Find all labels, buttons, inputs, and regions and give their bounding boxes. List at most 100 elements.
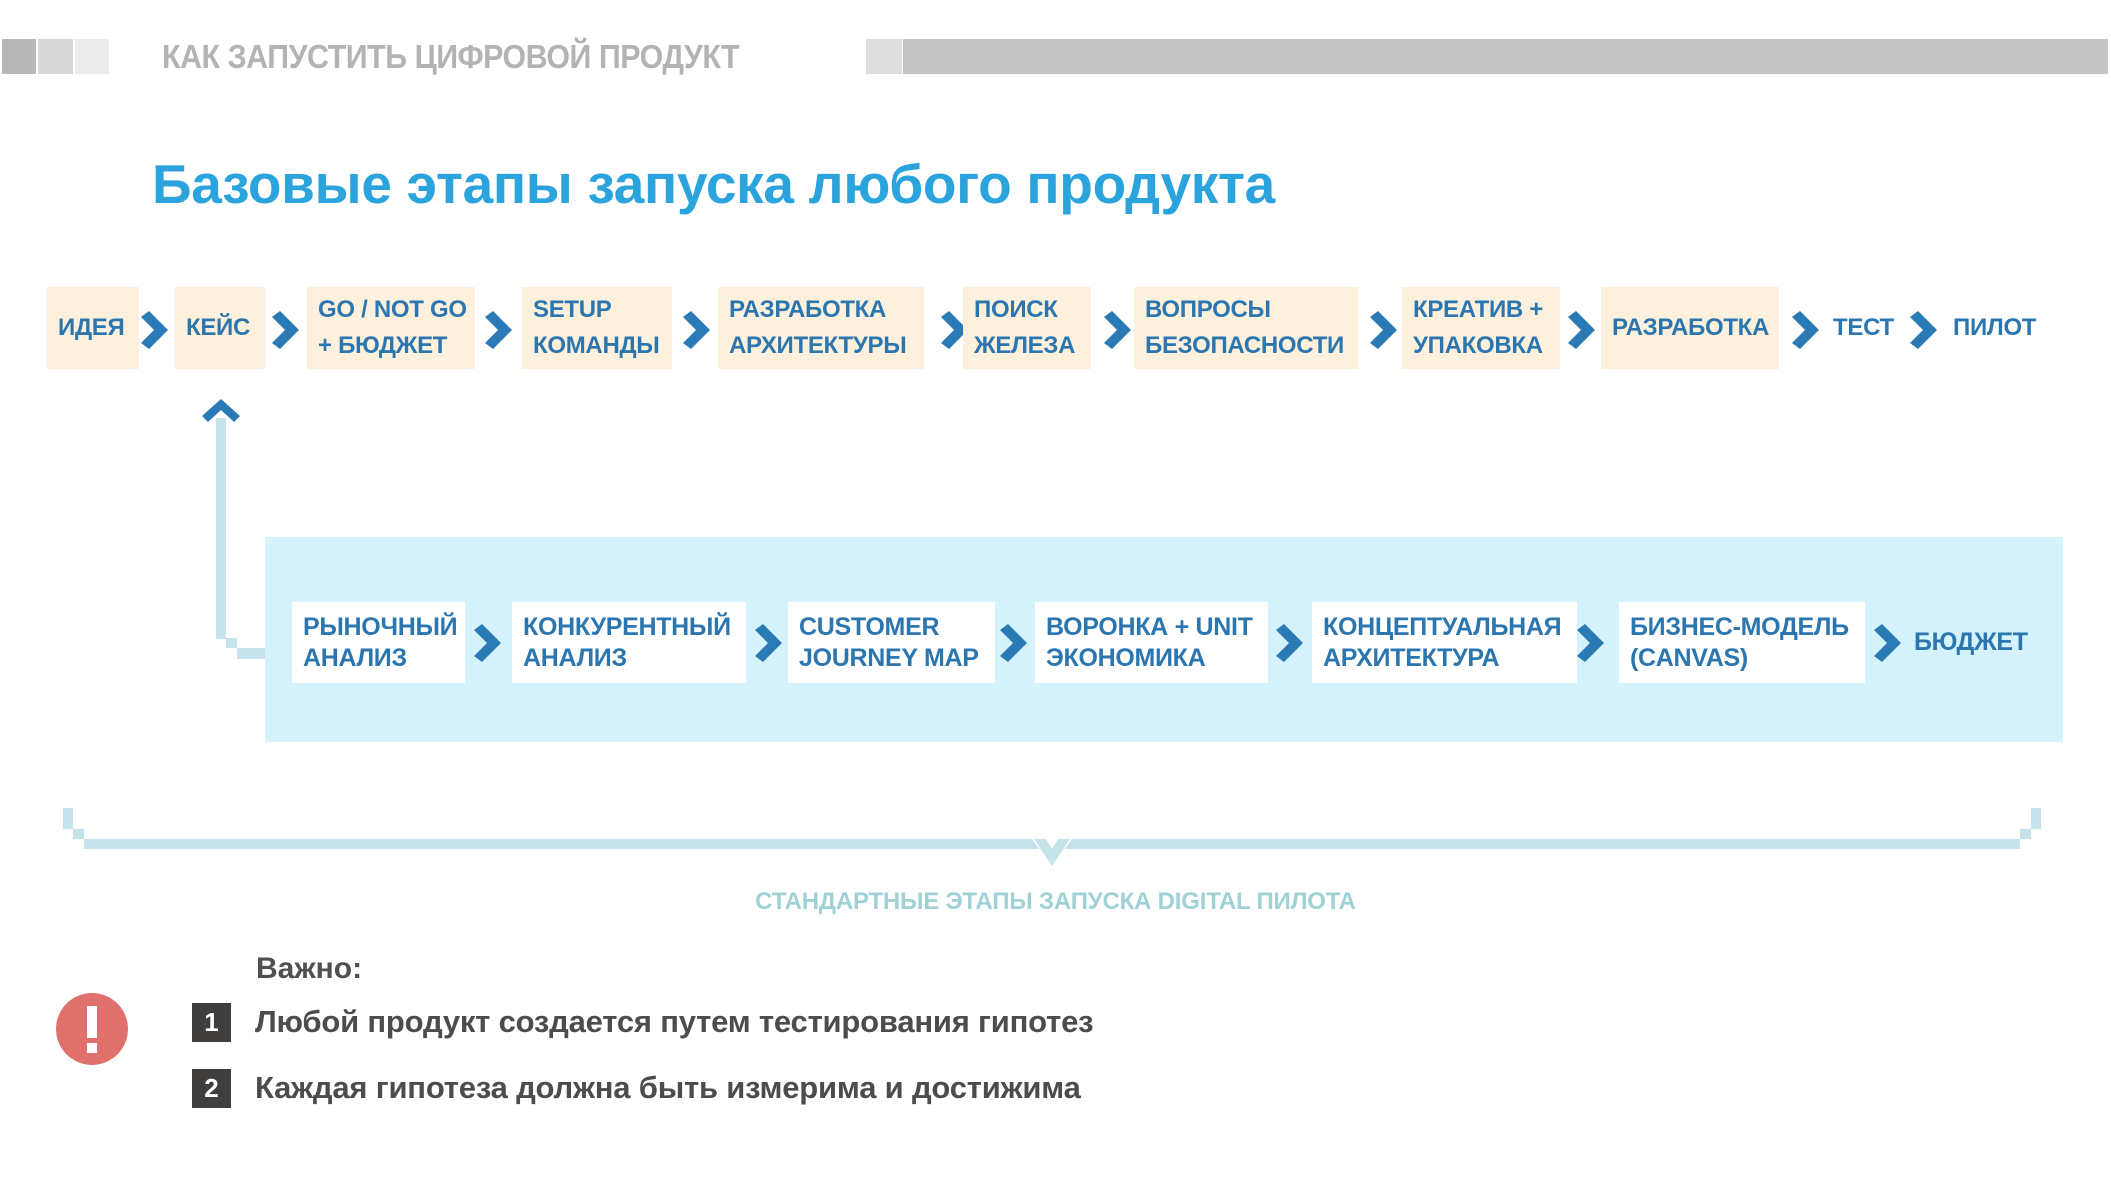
step-label: ПИЛОТ (1953, 310, 2036, 346)
step-label-line: КЕЙС (186, 314, 251, 341)
chevron-right-icon (683, 311, 711, 349)
step-label: GO / NOT GO + БЮДЖЕТ (318, 292, 467, 364)
header-square-light (75, 39, 109, 74)
step-label: РАЗРАБОТКА АРХИТЕКТУРЫ (729, 292, 907, 364)
step-label-line: АНАЛИЗ (523, 643, 627, 672)
top-flow-step: SETUP КОМАНДЫ (522, 287, 672, 369)
chevron-right-icon (1370, 311, 1398, 349)
top-flow-step: РАЗРАБОТКА АРХИТЕКТУРЫ (718, 287, 924, 369)
step-label-line: АРХИТЕКТУРА (1323, 643, 1500, 672)
note-item: 1 Любой продукт создается путем тестиров… (192, 1002, 1094, 1042)
step-label-line: CUSTOMER (799, 612, 940, 641)
note-number-badge: 1 (192, 1002, 231, 1042)
step-label-line: КОНКУРЕНТНЫЙ (523, 612, 731, 641)
step-label: ВОРОНКА + UNIT ЭКОНОМИКА (1046, 612, 1253, 674)
chevron-right-icon (474, 624, 502, 662)
step-label: КОНЦЕПТУАЛЬНАЯ АРХИТЕКТУРА (1323, 612, 1562, 674)
step-label: РЫНОЧНЫЙ АНАЛИЗ (303, 612, 458, 674)
step-label: РАЗРАБОТКА (1612, 310, 1769, 346)
note-text: Любой продукт создается путем тестирован… (255, 1004, 1094, 1039)
bottom-flow-step: КОНЦЕПТУАЛЬНАЯ АРХИТЕКТУРА (1312, 602, 1577, 683)
header-bar (903, 39, 2108, 74)
chevron-right-icon (1568, 311, 1596, 349)
bottom-flow-step: БЮДЖЕТ (1903, 602, 2043, 683)
step-label-line: АНАЛИЗ (303, 643, 407, 672)
chevron-right-icon (1276, 624, 1304, 662)
step-label-line: SETUP (533, 296, 612, 323)
step-label-line: ПИЛОТ (1953, 314, 2037, 341)
chevron-right-icon (1910, 311, 1938, 349)
top-flow-step: КЕЙС (175, 287, 265, 369)
step-label: ИДЕЯ (58, 310, 125, 346)
chevron-right-icon (1000, 624, 1028, 662)
step-label-line: КОМАНДЫ (533, 332, 660, 359)
presentation-title: КАК ЗАПУСТИТЬ ЦИФРОВОЙ ПРОДУКТ (162, 38, 740, 75)
bracket-left-vertical (63, 808, 73, 829)
chevron-right-icon (485, 311, 513, 349)
step-label-line: КОНЦЕПТУАЛЬНАЯ (1323, 612, 1562, 641)
header-square-mid-right (866, 39, 902, 74)
top-flow-step: ВОПРОСЫ БЕЗОПАСНОСТИ (1134, 287, 1358, 369)
notes-title: Важно: (256, 952, 363, 985)
chevron-right-icon (1874, 624, 1902, 662)
step-label-line: ЖЕЛЕЗА (974, 332, 1076, 359)
step-label: БИЗНЕС-МОДЕЛЬ (CANVAS) (1630, 612, 1849, 674)
chevron-right-icon (1792, 311, 1820, 349)
step-label-line: РАЗРАБОТКА (1612, 314, 1770, 341)
bottom-flow-step: КОНКУРЕНТНЫЙ АНАЛИЗ (512, 602, 746, 683)
step-label-line: РАЗРАБОТКА (729, 296, 887, 323)
top-flow-step: ИДЕЯ (47, 287, 139, 369)
exclamation-bar (87, 1006, 97, 1038)
note-text: Каждая гипотеза должна быть измерима и д… (255, 1070, 1081, 1105)
bracket-left-step (73, 829, 84, 839)
step-label-line: ИДЕЯ (58, 314, 125, 341)
bracket-notch (1032, 839, 1072, 867)
top-flow-step: КРЕАТИВ + УПАКОВКА (1402, 287, 1560, 369)
chevron-right-icon (1577, 624, 1605, 662)
step-label: КРЕАТИВ + УПАКОВКА (1413, 292, 1543, 364)
page-title: Базовые этапы запуска любого продукта (152, 153, 1275, 215)
bracket-right-step (2020, 829, 2031, 839)
connector-vertical (216, 418, 226, 639)
step-label-line: ТЕСТ (1833, 314, 1894, 341)
bottom-flow-step: РЫНОЧНЫЙ АНАЛИЗ (292, 602, 465, 683)
header-square-dark (2, 39, 36, 74)
step-label-line: ПОИСК (974, 296, 1058, 323)
top-flow-step: РАЗРАБОТКА (1601, 287, 1779, 369)
chevron-right-icon (141, 311, 169, 349)
up-arrow-icon (200, 397, 242, 425)
step-label-line: (CANVAS) (1630, 643, 1748, 672)
chevron-right-icon (272, 311, 300, 349)
step-label-line: БИЗНЕС-МОДЕЛЬ (1630, 612, 1849, 641)
top-flow-step: GO / NOT GO + БЮДЖЕТ (307, 287, 475, 369)
chevron-right-icon (1104, 311, 1132, 349)
top-flow-step: ТЕСТ (1822, 287, 1912, 369)
step-label-line: КРЕАТИВ + (1413, 296, 1544, 323)
top-flow-step: ПОИСК ЖЕЛЕЗА (963, 287, 1091, 369)
top-flow-step: ПИЛОТ (1942, 287, 2052, 369)
step-label-line: + БЮДЖЕТ (318, 332, 448, 359)
bottom-flow-step: ВОРОНКА + UNIT ЭКОНОМИКА (1035, 602, 1268, 683)
step-label-line: УПАКОВКА (1413, 332, 1543, 359)
step-label-line: GO / NOT GO (318, 296, 467, 323)
step-label-line: JOURNEY MAP (799, 643, 979, 672)
step-label: ПОИСК ЖЕЛЕЗА (974, 292, 1075, 364)
connector-step (226, 638, 237, 648)
note-number-badge: 2 (192, 1068, 231, 1108)
step-label: КЕЙС (186, 310, 250, 346)
step-label: КОНКУРЕНТНЫЙ АНАЛИЗ (523, 612, 731, 674)
step-label: SETUP КОМАНДЫ (533, 292, 660, 364)
connector-horizontal (237, 648, 265, 659)
pilot-caption: СТАНДАРТНЫЕ ЭТАПЫ ЗАПУСКА DIGITAL ПИЛОТА (755, 888, 1356, 915)
step-label: БЮДЖЕТ (1914, 627, 2028, 658)
step-label: ВОПРОСЫ БЕЗОПАСНОСТИ (1145, 292, 1344, 364)
step-label-line: РЫНОЧНЫЙ (303, 612, 458, 641)
exclamation-dot (87, 1043, 97, 1053)
step-label: ТЕСТ (1833, 310, 1894, 346)
step-label-line: ЭКОНОМИКА (1046, 643, 1206, 672)
step-label-line: ВОРОНКА + UNIT (1046, 612, 1253, 641)
header-square-mid (38, 39, 73, 74)
bottom-flow-step: CUSTOMER JOURNEY MAP (788, 602, 995, 683)
bottom-flow-step: БИЗНЕС-МОДЕЛЬ (CANVAS) (1619, 602, 1865, 683)
step-label: CUSTOMER JOURNEY MAP (799, 612, 979, 674)
